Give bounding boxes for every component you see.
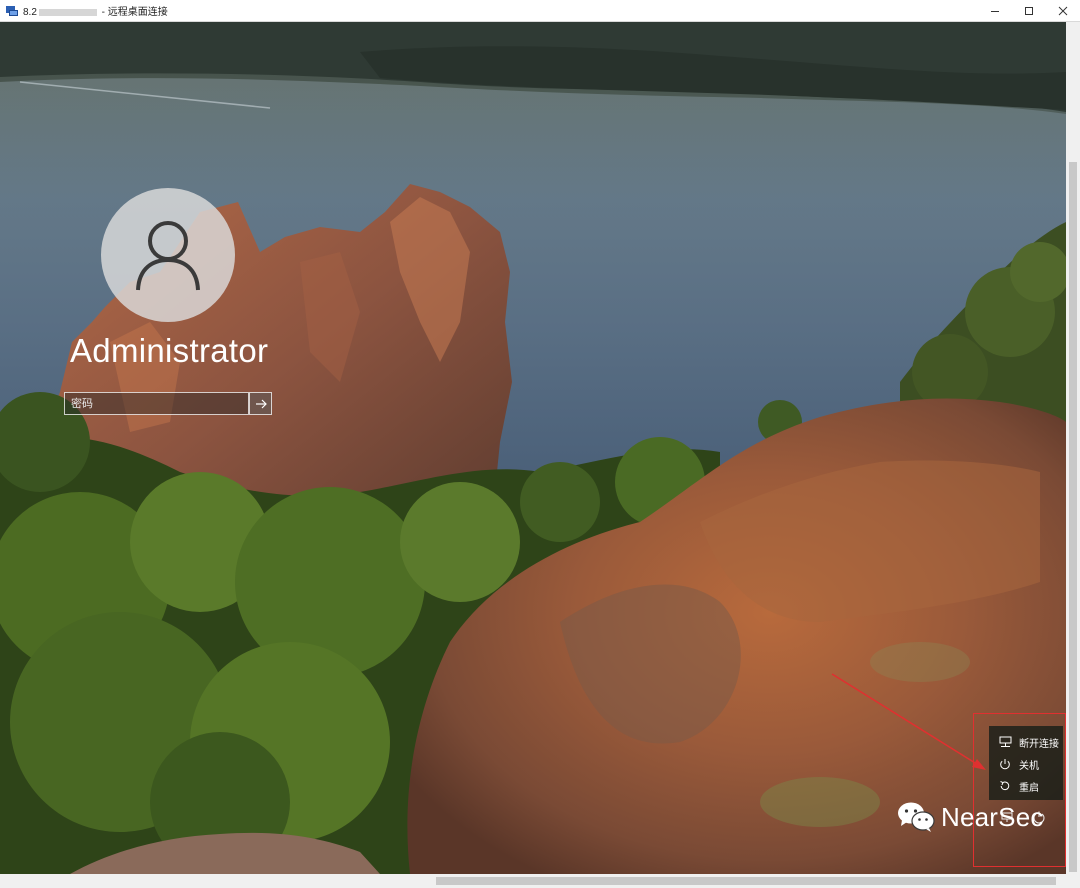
remote-desktop-app-icon xyxy=(6,5,18,17)
close-icon xyxy=(1058,6,1068,15)
redacted-ip-mask xyxy=(38,8,97,16)
wechat-logo-icon xyxy=(898,802,935,832)
window-title-host: 8.2 xyxy=(23,7,37,18)
arrow-right-icon xyxy=(255,399,267,408)
watermark: NearSec xyxy=(897,801,1044,833)
window-controls xyxy=(978,0,1080,21)
watermark-text: NearSec xyxy=(941,801,1044,832)
minimize-icon xyxy=(991,10,999,12)
remote-session-viewport[interactable] xyxy=(0,22,1066,874)
window-title: 8.2 - 远程桌面连接 xyxy=(23,3,168,18)
vertical-scroll-thumb[interactable] xyxy=(1069,162,1077,872)
submit-button[interactable] xyxy=(249,392,272,415)
maximize-button[interactable] xyxy=(1012,0,1046,21)
user-silhouette-icon xyxy=(136,221,200,291)
horizontal-scroll-thumb[interactable] xyxy=(436,877,1056,885)
annotation-highlight-box xyxy=(973,713,1066,867)
horizontal-scrollbar[interactable] xyxy=(0,874,1080,888)
close-button[interactable] xyxy=(1046,0,1080,21)
lock-screen-wallpaper xyxy=(0,22,1066,874)
username-label: Administrator xyxy=(70,332,269,369)
window-title-app: - 远程桌面连接 xyxy=(98,7,168,18)
maximize-icon xyxy=(1025,6,1033,15)
window-titlebar: 8.2 - 远程桌面连接 xyxy=(0,0,1080,22)
vertical-scrollbar[interactable] xyxy=(1066,22,1080,874)
password-field[interactable] xyxy=(64,392,249,415)
user-avatar xyxy=(101,188,235,322)
minimize-button[interactable] xyxy=(978,0,1012,21)
